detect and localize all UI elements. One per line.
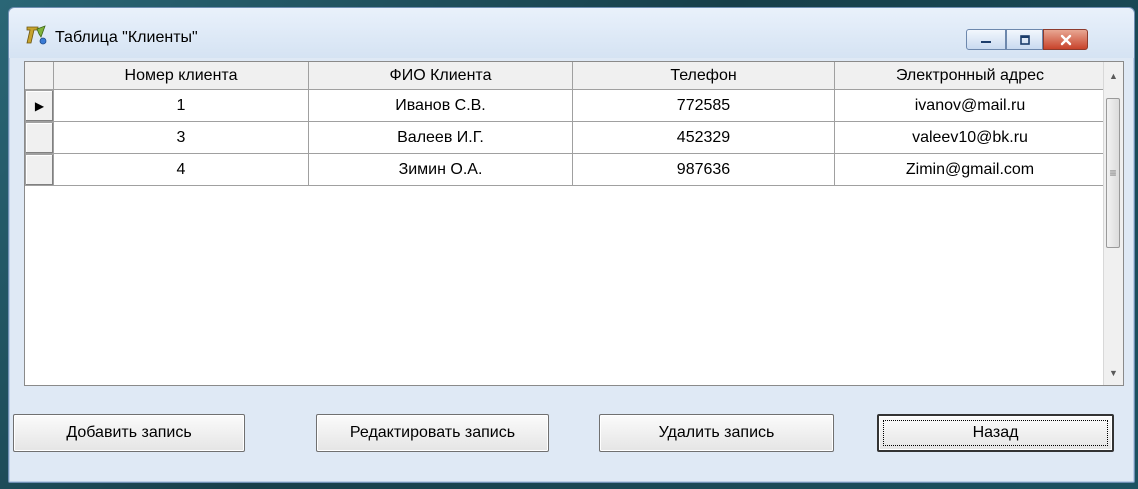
focus-rectangle bbox=[883, 420, 1108, 446]
cell-phone[interactable]: 987636 bbox=[573, 154, 835, 186]
edit-record-button[interactable]: Редактировать запись bbox=[316, 414, 549, 452]
minimize-icon bbox=[981, 40, 991, 43]
title-bar[interactable]: Таблица "Клиенты" bbox=[9, 8, 1134, 58]
table-row[interactable]: 3 Валеев И.Г. 452329 valeev10@bk.ru bbox=[25, 122, 1106, 154]
cell-email[interactable]: Zimin@gmail.com bbox=[835, 154, 1106, 186]
window-title: Таблица "Клиенты" bbox=[55, 29, 198, 46]
cell-email[interactable]: ivanov@mail.ru bbox=[835, 90, 1106, 122]
column-header-email[interactable]: Электронный адрес bbox=[835, 62, 1106, 90]
clients-data-grid[interactable]: Номер клиента ФИО Клиента Телефон Электр… bbox=[24, 61, 1124, 386]
current-row-arrow-icon: ▶ bbox=[34, 99, 45, 113]
column-header-phone[interactable]: Телефон bbox=[573, 62, 835, 90]
row-indicator-current[interactable]: ▶ bbox=[25, 90, 54, 122]
row-indicator[interactable] bbox=[25, 122, 54, 154]
column-header-client-name[interactable]: ФИО Клиента bbox=[309, 62, 573, 90]
maximize-button[interactable] bbox=[1006, 29, 1043, 50]
row-indicator[interactable] bbox=[25, 154, 54, 186]
vertical-scrollbar[interactable]: ▲ ≡ ▼ bbox=[1103, 62, 1123, 385]
scroll-down-icon[interactable]: ▼ bbox=[1104, 363, 1123, 383]
table-row[interactable]: ▶ 1 Иванов С.В. 772585 ivanov@mail.ru bbox=[25, 90, 1106, 122]
clients-window: Таблица "Клиенты" Номер клиента ФИО Клие… bbox=[8, 7, 1135, 483]
table-row[interactable]: 4 Зимин О.А. 987636 Zimin@gmail.com bbox=[25, 154, 1106, 186]
cell-client-name[interactable]: Иванов С.В. bbox=[309, 90, 573, 122]
maximize-icon bbox=[1019, 34, 1030, 45]
grid-header-row: Номер клиента ФИО Клиента Телефон Электр… bbox=[25, 62, 1106, 90]
scroll-up-icon[interactable]: ▲ bbox=[1104, 66, 1123, 86]
minimize-button[interactable] bbox=[966, 29, 1006, 50]
close-icon bbox=[1060, 34, 1071, 45]
app-icon bbox=[26, 25, 47, 45]
add-record-button[interactable]: Добавить запись bbox=[13, 414, 245, 452]
cell-email[interactable]: valeev10@bk.ru bbox=[835, 122, 1106, 154]
column-header-client-number[interactable]: Номер клиента bbox=[54, 62, 309, 90]
cell-phone[interactable]: 772585 bbox=[573, 90, 835, 122]
cell-phone[interactable]: 452329 bbox=[573, 122, 835, 154]
scrollbar-thumb[interactable]: ≡ bbox=[1106, 98, 1120, 248]
grip-icon: ≡ bbox=[1109, 166, 1117, 180]
delete-record-button[interactable]: Удалить запись bbox=[599, 414, 834, 452]
close-button[interactable] bbox=[1043, 29, 1088, 50]
cell-client-number[interactable]: 3 bbox=[54, 122, 309, 154]
cell-client-number[interactable]: 4 bbox=[54, 154, 309, 186]
back-button[interactable]: Назад bbox=[877, 414, 1114, 452]
cell-client-name[interactable]: Зимин О.А. bbox=[309, 154, 573, 186]
cell-client-number[interactable]: 1 bbox=[54, 90, 309, 122]
cell-client-name[interactable]: Валеев И.Г. bbox=[309, 122, 573, 154]
header-corner bbox=[25, 62, 54, 90]
